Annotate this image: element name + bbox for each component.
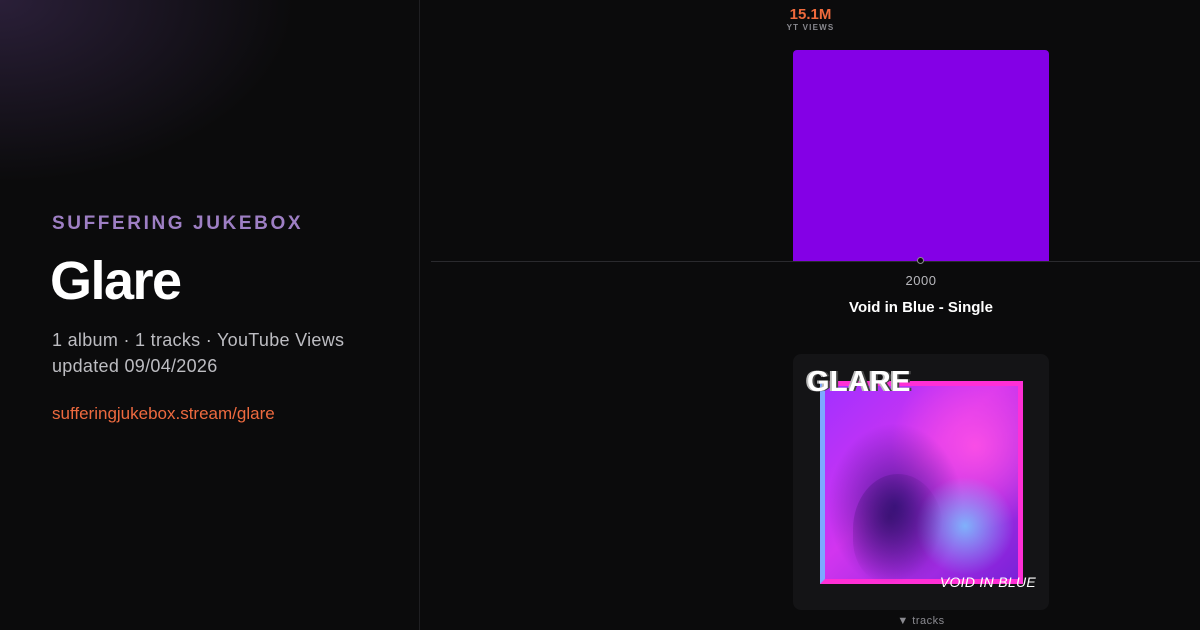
artist-page-link[interactable]: sufferingjukebox.stream/glare (52, 404, 275, 424)
cover-subtitle-text: VOID IN BLUE (939, 574, 1036, 590)
artist-info-panel: SUFFERING JUKEBOX Glare 1 album · 1 trac… (0, 0, 420, 630)
timeline-marker-icon (917, 257, 924, 264)
metric-value: 15.1M (789, 6, 832, 23)
metric-label: YT VIEWS (786, 23, 835, 32)
album-cover-card[interactable]: GLARE VOID IN BLUE (793, 354, 1049, 610)
portrait-silhouette (853, 474, 943, 584)
updated-date: updated 09/04/2026 (52, 356, 218, 376)
site-name: SUFFERING JUKEBOX (52, 213, 304, 234)
album-chart: 15.1M YT VIEWS 2000 Void in Blue - Singl… (421, 0, 1200, 630)
summary-line: 1 album · 1 tracks · YouTube Views (52, 330, 345, 350)
album-cover-art (820, 381, 1023, 584)
release-year: 2000 (905, 273, 937, 288)
tracks-toggle[interactable]: ▼ tracks (793, 615, 1049, 627)
artist-name: Glare (50, 251, 182, 311)
cover-artist-text: GLARE (807, 366, 911, 398)
album-title: Void in Blue - Single (849, 299, 993, 316)
views-bar[interactable] (793, 50, 1049, 261)
chart-baseline (431, 261, 1200, 262)
